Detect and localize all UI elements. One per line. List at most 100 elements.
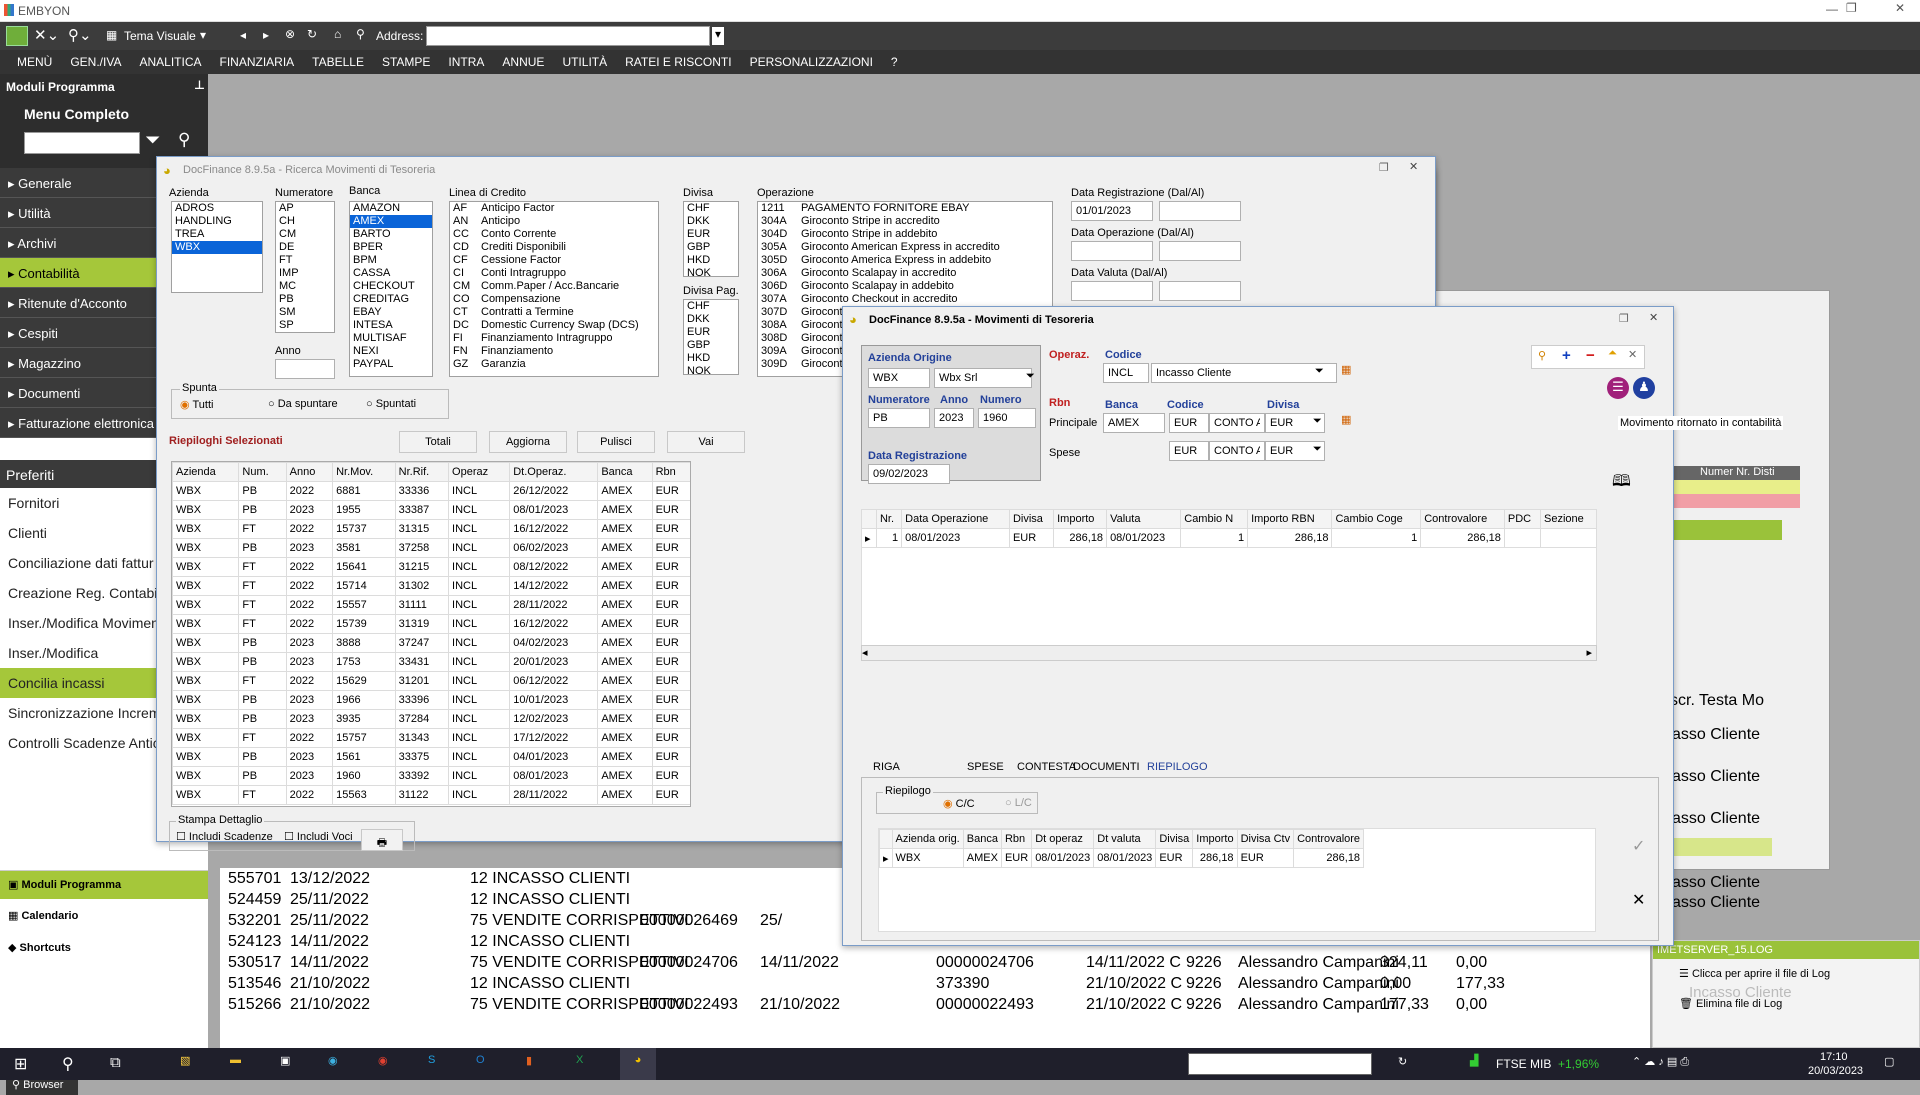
includi-voci-checkbox[interactable]: ☐ Includi Voci (284, 830, 353, 843)
table-row[interactable]: WBXPB2023196033392INCL08/01/2023AMEXEURE… (172, 766, 690, 786)
list-item[interactable]: PAYPAL (350, 358, 432, 371)
tab-riga[interactable]: RIGA (873, 761, 900, 773)
theme-grid-icon[interactable]: ▦ (106, 28, 117, 42)
table-row[interactable]: WBX FT 2022 15629 31201 INCL 06/12/2022 AMEX EUR… (172, 671, 690, 691)
bottom-shortcuts[interactable]: ◆ Shortcuts (0, 935, 208, 961)
includi-scadenze-checkbox[interactable]: ☐ Includi Scadenze (176, 830, 273, 843)
list-item[interactable]: HKD (684, 352, 738, 365)
rbn-input[interactable] (1169, 413, 1209, 433)
column-header[interactable]: Divisa Ctv (1236, 829, 1295, 849)
movimenti-close-icon[interactable]: ✕ (1649, 311, 1658, 324)
data-op-to-input[interactable] (1159, 241, 1241, 261)
list-item[interactable]: EUR (684, 326, 738, 339)
list-item[interactable]: 306A Giroconto Scalapay in accredito (758, 267, 1052, 280)
column-header[interactable]: Controvalore (1420, 509, 1505, 529)
app-icon-1[interactable]: ▧ (180, 1054, 190, 1067)
numeratore-input[interactable] (868, 408, 930, 428)
column-header[interactable]: Importo (1192, 829, 1238, 849)
detail-grid[interactable]: Nr. Data Operazione Divisa Importo Valuta Cam… (861, 509, 1597, 548)
detail-cell[interactable]: 1 (875, 528, 903, 548)
list-item[interactable]: CT Contratti a Termine (450, 306, 658, 319)
notifications-icon[interactable]: ▢ (1884, 1055, 1894, 1068)
list-item[interactable]: 1211 PAGAMENTO FORNITORE EBAY (758, 202, 1052, 215)
column-header[interactable]: Divisa (1155, 829, 1194, 849)
pin-icon[interactable]: ⊥ (194, 78, 205, 92)
forward-icon[interactable]: ▸ (263, 28, 269, 42)
address-search-icon[interactable]: ⚲ (356, 27, 365, 41)
search-toolbar-icon[interactable]: ⚲⌄ (68, 26, 92, 44)
up-icon[interactable]: ⏶ (1608, 347, 1617, 360)
list-item[interactable]: HKD (684, 254, 738, 267)
app-icon-2[interactable]: ▮ (526, 1054, 532, 1067)
operaz-code-input[interactable] (1103, 363, 1149, 383)
list-item[interactable]: ADROS (172, 202, 262, 215)
detail-cell[interactable]: 1 (1180, 528, 1249, 548)
conto-input[interactable] (1209, 413, 1265, 433)
list-item[interactable]: NEXI (350, 345, 432, 358)
list-item[interactable]: TREA (172, 228, 262, 241)
list-item[interactable]: CC Conto Corrente (450, 228, 658, 241)
column-header[interactable]: PDC (1503, 509, 1542, 529)
table-row[interactable]: WBXPB2023196633396INCL10/01/2023AMEXEURE… (172, 690, 690, 710)
list-item[interactable]: CHECKOUT (350, 280, 432, 293)
list-item[interactable]: CI Conti Intragruppo (450, 267, 658, 280)
list-item[interactable]: GBP (684, 339, 738, 352)
totali-button[interactable]: Totali (399, 431, 477, 453)
list-item[interactable]: BPM (350, 254, 432, 267)
list-item[interactable]: CASSA (350, 267, 432, 280)
column-header[interactable]: Dt.Operaz. (509, 462, 599, 482)
pulisci-button[interactable]: Pulisci (577, 431, 655, 453)
list-item[interactable]: CREDITAG (350, 293, 432, 306)
column-header[interactable]: Num. (238, 462, 287, 482)
list-item[interactable]: EUR (684, 228, 738, 241)
column-header[interactable]: Azienda (172, 462, 240, 482)
list-item[interactable]: 304A Giroconto Stripe in accredito (758, 215, 1052, 228)
stop-icon[interactable]: ⊗ (285, 27, 295, 41)
azienda-name-input[interactable] (934, 368, 1032, 388)
list-item[interactable]: DKK (684, 215, 738, 228)
list-item[interactable]: HANDLING (172, 215, 262, 228)
column-header[interactable]: Importo RBN (1247, 509, 1333, 529)
menu-item[interactable]: INTRA (439, 50, 493, 69)
list-item[interactable]: 305A Giroconto American Express in accred… (758, 241, 1052, 254)
taskbar-refresh-icon[interactable]: ↻ (1398, 1055, 1407, 1068)
list-item[interactable]: SM (276, 306, 334, 319)
save-icon[interactable] (6, 26, 28, 46)
column-header[interactable]: Controvalore (1293, 829, 1365, 849)
list-item[interactable]: AMEX (350, 215, 432, 228)
remove-icon[interactable]: − (1586, 347, 1595, 364)
column-header[interactable]: Nr.Rif. (394, 462, 450, 482)
list-item[interactable]: 305D Giroconto America Express in addebit… (758, 254, 1052, 267)
column-header[interactable]: Anno (285, 462, 334, 482)
taskbar-search-input[interactable] (1188, 1053, 1372, 1075)
search-icon[interactable]: ⚲ (178, 130, 190, 150)
column-header[interactable]: Azienda orig. (891, 829, 964, 849)
file-explorer-icon[interactable]: ▬ (230, 1054, 241, 1066)
list-item[interactable]: DKK (684, 313, 738, 326)
list-item[interactable]: CH (276, 215, 334, 228)
tools-icon[interactable]: ✕⌄ (34, 26, 59, 44)
search-maximize-icon[interactable]: ❐ (1379, 161, 1389, 174)
divisa-list[interactable]: CHF DKK EUR GBP HKD NOK (683, 201, 739, 277)
chrome-icon[interactable]: ◉ (378, 1054, 388, 1067)
column-header[interactable]: Operaz (448, 462, 511, 482)
list-item[interactable]: 307A Giroconto Checkout in accredito (758, 293, 1052, 306)
menu-item[interactable]: ANNUE (493, 50, 553, 69)
list-item[interactable]: BPER (350, 241, 432, 254)
table-row[interactable]: WBX FT 2022 15757 31343 INCL 17/12/2022 AMEX EUR… (172, 728, 690, 748)
list-item[interactable]: GZ Garanzia (450, 358, 658, 371)
detail-cell[interactable]: EUR (1008, 528, 1055, 548)
list-item[interactable]: CHF (684, 300, 738, 313)
edge-icon[interactable]: ◉ (328, 1054, 338, 1067)
divisa-dropdown-icon[interactable]: ⏷ (1313, 415, 1322, 428)
detail-cell[interactable]: 286,18 (1247, 528, 1333, 548)
windows-start-icon[interactable]: ⊞ (14, 1054, 27, 1074)
list-item[interactable]: 304D Giroconto Stripe in addebito (758, 228, 1052, 241)
column-header[interactable]: Banca (597, 462, 653, 482)
banca-input[interactable] (1103, 413, 1165, 433)
operaz-grid-icon[interactable]: ▦ (1341, 363, 1351, 376)
operaz-desc-input[interactable] (1151, 363, 1337, 383)
radio-cc[interactable]: ◉ C/C (943, 797, 975, 810)
list-item[interactable]: CHF (684, 202, 738, 215)
menu-item[interactable]: TABELLE (303, 50, 373, 69)
